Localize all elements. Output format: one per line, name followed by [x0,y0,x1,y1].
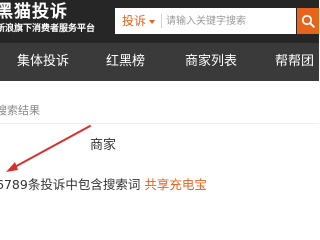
page: 黑猫投诉 新浪旗下消费者服务平台 投诉 集体投诉 红黑榜 商家列表 帮帮团 搜索… [0,0,319,200]
tab-merchants[interactable]: 商家 [90,134,116,153]
search-type-select[interactable]: 投诉 [122,8,156,34]
search-icon [301,14,315,28]
search-input[interactable] [166,11,294,31]
logo-subtitle: 新浪旗下消费者服务平台 [0,24,96,34]
result-text: 条投诉中包含搜索词 [27,177,141,192]
search-box: 投诉 [115,8,296,34]
nav-item-collective-complaints[interactable]: 集体投诉 [17,43,69,81]
search-keyword: 共享充电宝 [144,177,207,192]
logo-title[interactable]: 黑猫投诉 [0,2,68,22]
result-count: 6789 [0,177,28,192]
nav-item-merchant-list[interactable]: 商家列表 [185,43,237,81]
divider [0,123,319,124]
site-header: 黑猫投诉 新浪旗下消费者服务平台 投诉 [0,0,319,43]
search-button[interactable] [297,8,319,34]
chevron-down-icon [149,19,156,24]
search-type-label: 投诉 [122,14,147,28]
search-results-heading: 搜索结果 [0,104,40,117]
search-divider [161,14,162,28]
nav-item-help-group[interactable]: 帮帮团 [275,43,314,81]
result-summary: 6789条投诉中包含搜索词 共享充电宝 [0,174,207,193]
main-nav: 集体投诉 红黑榜 商家列表 帮帮团 [0,43,319,81]
nav-item-red-black-list[interactable]: 红黑榜 [106,43,145,81]
